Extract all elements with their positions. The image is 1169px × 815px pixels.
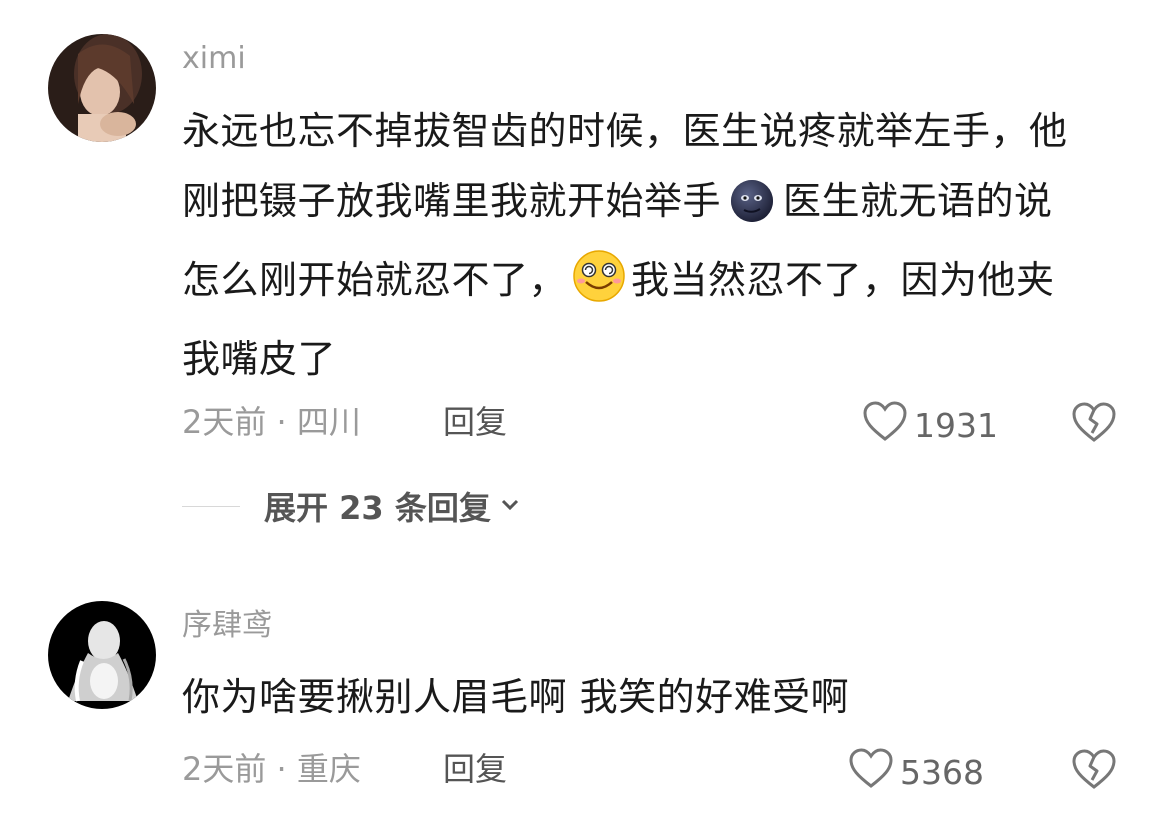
expand-replies-button[interactable]: 展开 23 条回复: [182, 483, 521, 529]
separator-dot: ·: [276, 750, 287, 788]
comment-text: 你为啥要揪别人眉毛啊 我笑的好难受啊: [182, 675, 850, 719]
dislike-button[interactable]: [1071, 748, 1117, 794]
username[interactable]: ximi: [182, 44, 246, 74]
like-count: 5368: [900, 752, 984, 792]
chevron-down-icon: [499, 496, 521, 516]
broken-heart-icon: [1071, 749, 1117, 794]
heart-icon: [862, 400, 908, 450]
user-avatar[interactable]: [48, 601, 156, 709]
comment-time: 2天前: [182, 403, 267, 441]
like-button[interactable]: 5368: [848, 747, 984, 797]
comment-location: 四川: [296, 403, 361, 441]
dislike-button[interactable]: [1071, 401, 1117, 447]
username[interactable]: 序肆鸢: [182, 611, 272, 641]
separator-dot: ·: [276, 403, 287, 441]
like-count: 1931: [914, 405, 998, 445]
comment-meta: 2天前 · 四川: [182, 406, 361, 438]
reply-button[interactable]: 回复: [443, 753, 507, 785]
comment-text: 永远也忘不掉拔智齿的时候，医生说疼就举左手，他刚把镊子放我嘴里我就开始举手 医生就…: [182, 96, 1087, 394]
reply-button[interactable]: 回复: [443, 406, 507, 438]
comment-meta: 2天前 · 重庆: [182, 753, 361, 785]
comment-location: 重庆: [296, 750, 361, 788]
user-avatar[interactable]: [48, 34, 156, 142]
heart-icon: [848, 747, 894, 797]
divider-line: [182, 505, 240, 507]
dizzy-smile-face-emoji: [569, 250, 629, 324]
broken-heart-icon: [1071, 402, 1117, 447]
comment-time: 2天前: [182, 750, 267, 788]
expand-replies-label: 展开 23 条回复: [264, 489, 491, 527]
dark-moon-face-emoji: [723, 175, 781, 245]
like-button[interactable]: 1931: [862, 400, 998, 450]
